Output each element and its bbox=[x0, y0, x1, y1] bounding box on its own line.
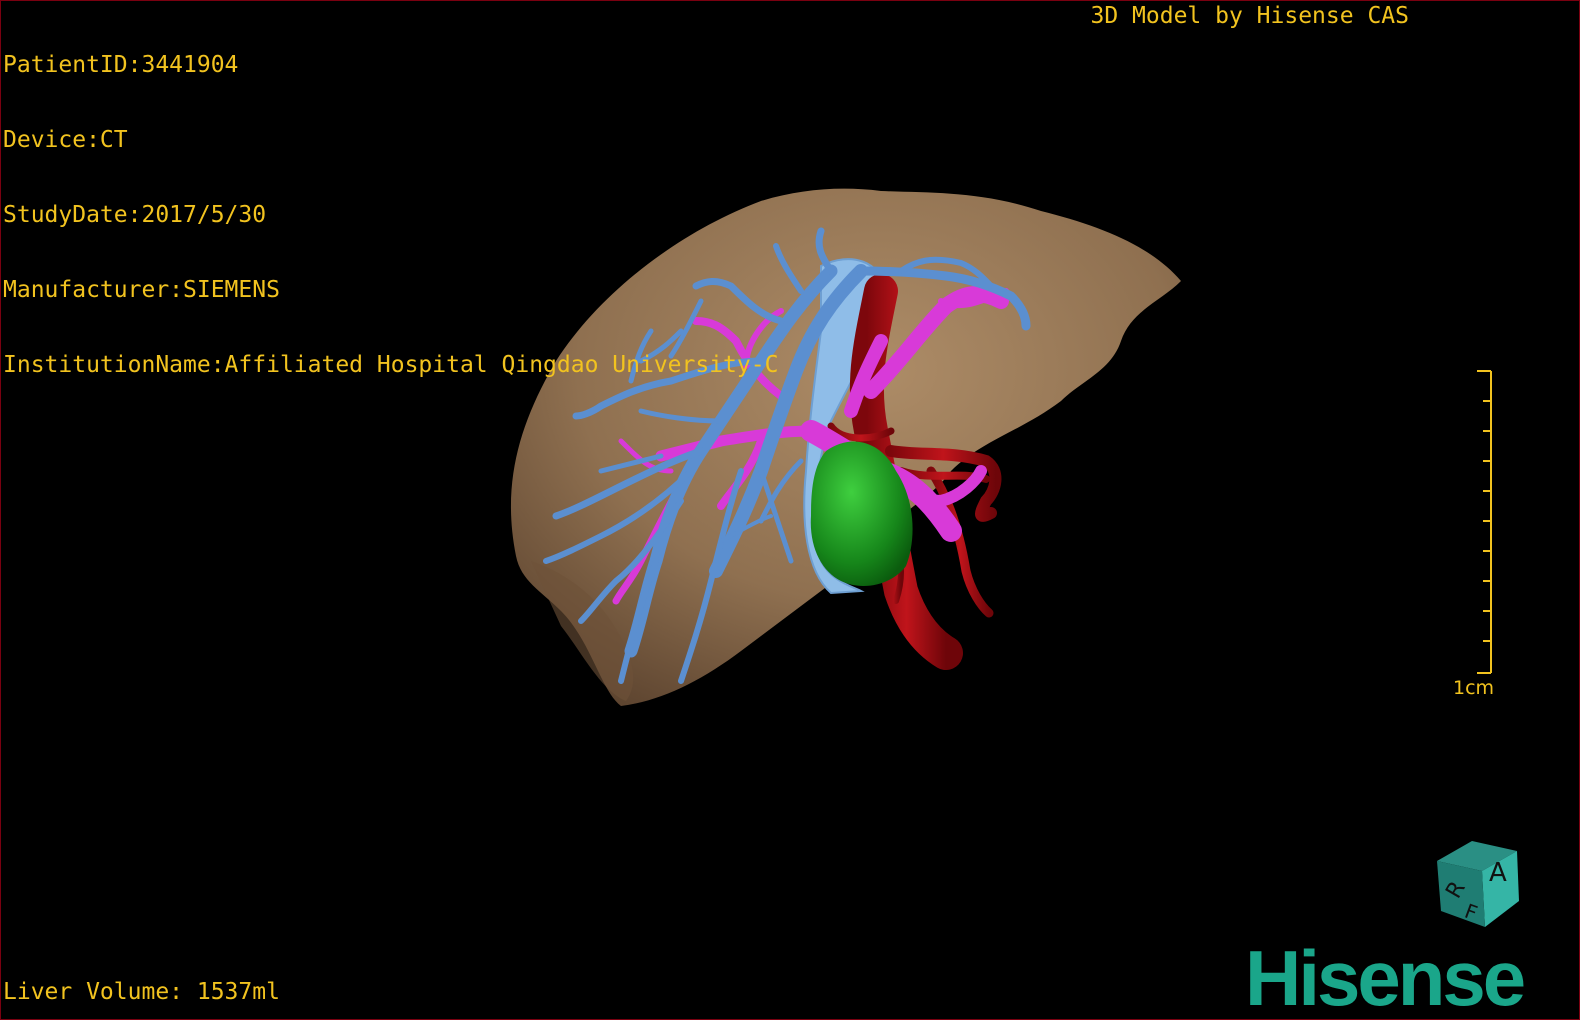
model-watermark: 3D Model by Hisense CAS bbox=[1090, 3, 1410, 29]
patient-id-text: PatientID:3441904 bbox=[3, 52, 239, 78]
manufacturer-text: Manufacturer:SIEMENS bbox=[3, 277, 280, 303]
hisense-logo: Hisense bbox=[1245, 934, 1527, 1017]
scale-label: 1cm bbox=[1453, 677, 1495, 699]
scale-bar bbox=[1477, 370, 1492, 674]
cube-face-a: A bbox=[1489, 858, 1507, 888]
3d-viewport[interactable]: PatientID:3441904 Device:CT StudyDate:20… bbox=[0, 0, 1580, 1020]
institution-text: InstitutionName:Affiliated Hospital Qing… bbox=[3, 352, 779, 378]
study-date-text: StudyDate:2017/5/30 bbox=[3, 202, 267, 228]
liver-volume-text: Liver Volume: 1537ml bbox=[3, 979, 280, 1005]
orientation-cube[interactable]: A R F bbox=[1427, 839, 1527, 939]
patient-info-overlay: PatientID:3441904 Device:CT StudyDate:20… bbox=[3, 3, 778, 428]
device-text: Device:CT bbox=[3, 127, 128, 153]
brand-wordmark: Hisense bbox=[1245, 934, 1524, 1017]
